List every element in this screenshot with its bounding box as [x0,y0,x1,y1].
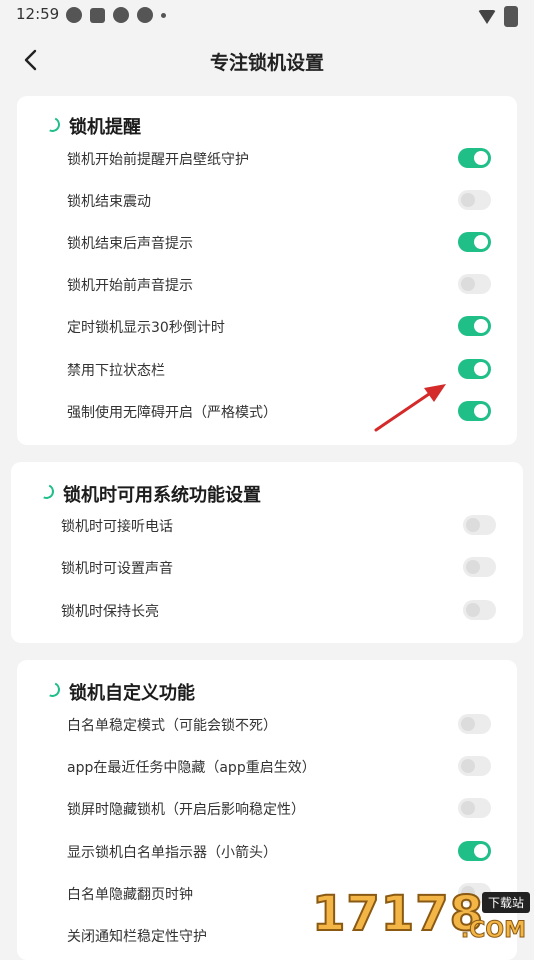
section-spinner-icon [36,481,57,502]
more-notifications-icon [161,12,166,18]
setting-toggle[interactable] [458,232,491,252]
app-header: 专注锁机设置 [0,38,534,84]
setting-row[interactable]: 锁机结束后声音提示 [17,222,517,264]
setting-toggle[interactable] [458,190,491,210]
notification-icons [66,7,166,23]
setting-row[interactable]: 锁机时可设置声音 [11,547,523,589]
watermark-digits: 17178 [311,885,484,943]
setting-toggle[interactable] [458,359,491,379]
setting-row[interactable]: 锁机时保持长亮 [11,590,523,632]
app-notification-icon [137,7,153,23]
setting-row[interactable]: 定时锁机显示30秒倒计时 [17,306,517,348]
toggle-knob [461,801,475,815]
setting-label: app在最近任务中隐藏（app重启生效） [67,760,316,776]
setting-label: 锁机开始前提醒开启壁纸守护 [67,152,249,168]
setting-row[interactable]: 显示锁机白名单指示器（小箭头） [17,831,517,873]
toggle-knob [474,151,488,165]
setting-toggle[interactable] [458,756,491,776]
setting-row[interactable]: 锁机结束震动 [17,180,517,222]
section-title: 锁机自定义功能 [69,683,195,704]
setting-row[interactable]: app在最近任务中隐藏（app重启生效） [17,746,517,788]
setting-label: 强制使用无障碍开启（严格模式） [67,405,277,421]
setting-row[interactable]: 锁机开始前提醒开启壁纸守护 [17,138,517,180]
setting-label: 锁机结束震动 [67,194,151,210]
watermark-domain: .COM [460,918,526,944]
status-bar: 12:59 [0,0,534,30]
section-title: 锁机提醒 [69,117,141,138]
watermark-logo: 17178 下载站 .COM [308,884,534,950]
setting-label: 禁用下拉状态栏 [67,363,165,379]
setting-row[interactable]: 锁机时可接听电话 [11,505,523,547]
setting-label: 定时锁机显示30秒倒计时 [67,320,225,336]
toggle-knob [474,319,488,333]
toggle-knob [461,717,475,731]
setting-toggle[interactable] [463,557,496,577]
section-spinner-icon [42,679,63,700]
setting-toggle[interactable] [458,148,491,168]
section-card-system-functions: 锁机时可用系统功能设置 锁机时可接听电话 锁机时可设置声音 锁机时保持长亮 [11,462,523,643]
toggle-knob [474,844,488,858]
setting-toggle[interactable] [458,841,491,861]
section-title: 锁机时可用系统功能设置 [63,485,261,506]
battery-icon [504,6,518,27]
setting-toggle[interactable] [458,714,491,734]
toggle-knob [466,603,480,617]
setting-label: 锁机结束后声音提示 [67,236,193,252]
wifi-icon [478,9,496,24]
app-notification-icon [66,7,82,23]
setting-label: 锁屏时隐藏锁机（开启后影响稳定性） [67,802,305,818]
setting-toggle[interactable] [458,401,491,421]
setting-toggle[interactable] [463,600,496,620]
toggle-knob [466,560,480,574]
setting-label: 关闭通知栏稳定性守护 [67,929,207,945]
setting-label: 显示锁机白名单指示器（小箭头） [67,845,277,861]
setting-label: 锁机时可设置声音 [61,561,173,577]
setting-toggle[interactable] [458,316,491,336]
toggle-knob [474,362,488,376]
setting-toggle[interactable] [463,515,496,535]
setting-toggle[interactable] [458,274,491,294]
setting-row[interactable]: 锁屏时隐藏锁机（开启后影响稳定性） [17,788,517,830]
setting-label: 锁机开始前声音提示 [67,278,193,294]
setting-label: 白名单稳定模式（可能会锁不死） [67,718,277,734]
section-spinner-icon [42,114,63,135]
setting-toggle[interactable] [458,798,491,818]
setting-label: 白名单隐藏翻页时钟 [67,887,193,903]
toggle-knob [461,277,475,291]
annotation-arrow-icon [374,384,446,432]
toggle-knob [466,518,480,532]
watermark-badge: 下载站 [481,892,530,913]
toggle-knob [461,759,475,773]
app-notification-icon [90,7,105,23]
toggle-knob [474,235,488,249]
app-notification-icon [113,7,129,23]
setting-label: 锁机时保持长亮 [61,604,159,620]
toggle-knob [461,193,475,207]
page-title: 专注锁机设置 [209,52,324,74]
setting-row[interactable]: 白名单稳定模式（可能会锁不死） [17,704,517,746]
setting-label: 锁机时可接听电话 [61,519,173,535]
status-time: 12:59 [16,5,60,23]
toggle-knob [474,404,488,418]
setting-row[interactable]: 锁机开始前声音提示 [17,264,517,306]
system-icons [478,6,518,27]
